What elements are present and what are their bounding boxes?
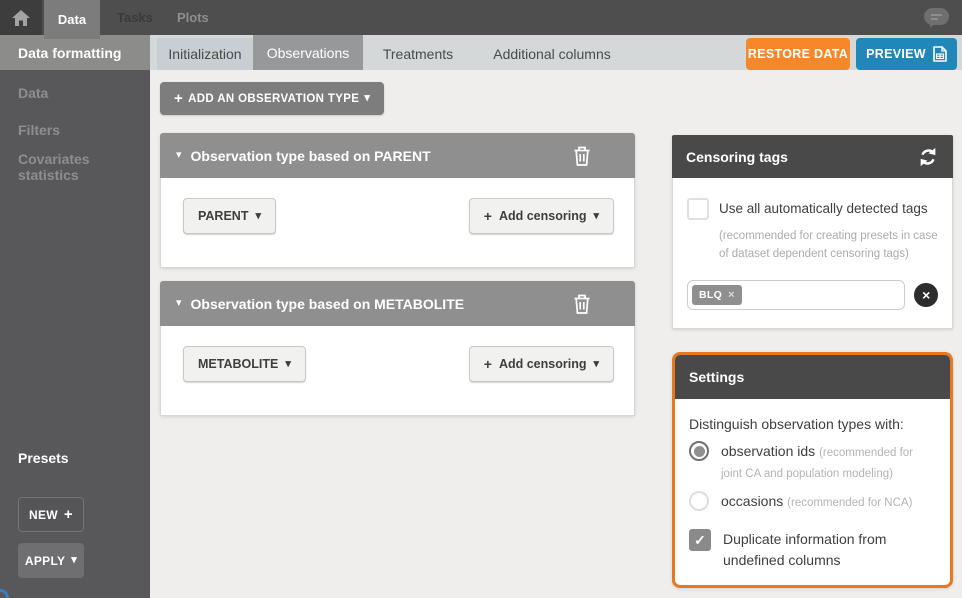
- radio-observation-ids-label: observation ids (recommended for joint C…: [721, 441, 929, 482]
- tag-chip-blq: BLQ ×: [692, 285, 742, 305]
- observation-panel-body: PARENT ▾ + Add censoring ▾: [160, 178, 635, 268]
- chevron-down-icon: ▾: [255, 211, 261, 222]
- use-all-tags-hint: (recommended for creating presets in cas…: [719, 227, 947, 264]
- censoring-tags-header: Censoring tags: [672, 135, 953, 178]
- restore-data-button[interactable]: RESTORE DATA: [746, 38, 850, 70]
- feedback-bubble-icon[interactable]: [923, 7, 950, 34]
- use-all-tags-checkbox[interactable]: [687, 198, 709, 220]
- plus-icon: +: [484, 356, 492, 372]
- top-navbar: Data Tasks Plots: [0, 0, 962, 35]
- observation-panel-metabolite: ▾ Observation type based on METABOLITE M…: [160, 281, 635, 416]
- sidebar-item-data[interactable]: Data: [0, 74, 150, 111]
- option-label: observation ids: [721, 443, 815, 459]
- chevron-down-icon: ▾: [593, 211, 599, 222]
- distinguish-question-label: Distinguish observation types with:: [689, 416, 936, 432]
- presets-title: Presets: [18, 450, 84, 466]
- observation-panel-header: ▾ Observation type based on METABOLITE: [160, 281, 635, 326]
- refresh-icon[interactable]: [917, 146, 939, 168]
- use-all-tags-label: Use all automatically detected tags: [719, 198, 928, 216]
- add-censoring-label: Add censoring: [499, 209, 587, 223]
- tab-observations[interactable]: Observations: [253, 35, 363, 70]
- observation-panel-body: METABOLITE ▾ + Add censoring ▾: [160, 326, 635, 416]
- plus-icon: +: [174, 90, 183, 107]
- add-censoring-label: Add censoring: [499, 357, 587, 371]
- chevron-down-icon: ▾: [364, 93, 370, 104]
- remove-tag-icon[interactable]: ×: [728, 289, 735, 301]
- observation-type-dropdown[interactable]: PARENT ▾: [183, 198, 276, 234]
- censoring-tags-panel: Censoring tags Use all automatically det…: [672, 135, 953, 329]
- observation-panel-title: Observation type based on PARENT: [191, 148, 431, 164]
- delete-observation-icon[interactable]: [573, 294, 591, 314]
- collapse-caret-icon[interactable]: ▾: [176, 150, 182, 161]
- add-observation-type-label: ADD AN OBSERVATION TYPE: [188, 93, 359, 105]
- home-button[interactable]: [0, 0, 42, 35]
- observation-panel-header: ▾ Observation type based on PARENT: [160, 133, 635, 178]
- radio-observation-ids[interactable]: [689, 441, 709, 461]
- delete-observation-icon[interactable]: [573, 146, 591, 166]
- censoring-tags-input[interactable]: BLQ ×: [687, 280, 905, 310]
- sidebar-item-data-formatting[interactable]: Data formatting: [0, 35, 150, 70]
- censoring-tags-title: Censoring tags: [686, 149, 788, 165]
- add-observation-type-button[interactable]: + ADD AN OBSERVATION TYPE ▾: [160, 82, 384, 115]
- presets-section: Presets NEW + APPLY ▾: [18, 450, 84, 578]
- radio-occasions-label: occasions (recommended for NCA): [721, 491, 929, 512]
- preset-apply-button[interactable]: APPLY ▾: [18, 543, 84, 578]
- tab-additional-columns[interactable]: Additional columns: [476, 38, 628, 70]
- censoring-tags-body: Use all automatically detected tags (rec…: [672, 178, 953, 329]
- sidebar-item-covariates-statistics[interactable]: Covariates statistics: [0, 148, 150, 185]
- tab-treatments[interactable]: Treatments: [368, 38, 468, 70]
- preview-file-icon: [933, 46, 947, 62]
- data-formatting-tabbar: Initialization Observations Treatments A…: [150, 35, 962, 70]
- left-sidebar: Data formatting Data Filters Covariates …: [0, 35, 150, 598]
- tab-initialization[interactable]: Initialization: [157, 38, 253, 70]
- settings-panel: Settings Distinguish observation types w…: [672, 352, 953, 588]
- preset-apply-label: APPLY: [25, 554, 65, 568]
- chevron-down-icon: ▾: [593, 359, 599, 370]
- observation-panel-title: Observation type based on METABOLITE: [191, 296, 465, 312]
- option-hint: (recommended for NCA): [787, 497, 912, 509]
- observation-type-dropdown[interactable]: METABOLITE ▾: [183, 346, 306, 382]
- radio-occasions[interactable]: [689, 491, 709, 511]
- preview-label: PREVIEW: [866, 47, 926, 61]
- add-censoring-dropdown[interactable]: + Add censoring ▾: [469, 198, 614, 234]
- preset-new-button[interactable]: NEW +: [18, 497, 84, 532]
- observation-type-label: METABOLITE: [198, 357, 278, 371]
- main-area: Initialization Observations Treatments A…: [150, 35, 962, 598]
- settings-header: Settings: [675, 355, 950, 399]
- settings-title: Settings: [689, 369, 744, 385]
- chevron-down-icon: ▾: [285, 359, 291, 370]
- settings-body: Distinguish observation types with: obse…: [675, 399, 950, 571]
- home-icon: [11, 9, 31, 27]
- option-label: occasions: [721, 493, 783, 509]
- help-button-partial[interactable]: [0, 589, 9, 598]
- plus-icon: +: [484, 208, 492, 224]
- add-censoring-dropdown[interactable]: + Add censoring ▾: [469, 346, 614, 382]
- preview-button[interactable]: PREVIEW: [856, 38, 957, 70]
- radio-dot: [694, 446, 705, 457]
- plus-icon: +: [64, 506, 73, 523]
- observation-panel-parent: ▾ Observation type based on PARENT PAREN…: [160, 133, 635, 268]
- sidebar-item-filters[interactable]: Filters: [0, 111, 150, 148]
- clear-tags-button[interactable]: ×: [914, 283, 938, 307]
- nav-tab-data[interactable]: Data: [44, 0, 100, 39]
- observation-type-label: PARENT: [198, 209, 248, 223]
- duplicate-info-label: Duplicate information from undefined col…: [723, 529, 929, 571]
- collapse-caret-icon[interactable]: ▾: [176, 298, 182, 309]
- nav-tab-plots[interactable]: Plots: [160, 0, 226, 35]
- chevron-down-icon: ▾: [71, 555, 77, 566]
- tag-chip-label: BLQ: [699, 289, 722, 301]
- preset-new-label: NEW: [29, 508, 58, 522]
- duplicate-info-checkbox[interactable]: ✓: [689, 529, 711, 551]
